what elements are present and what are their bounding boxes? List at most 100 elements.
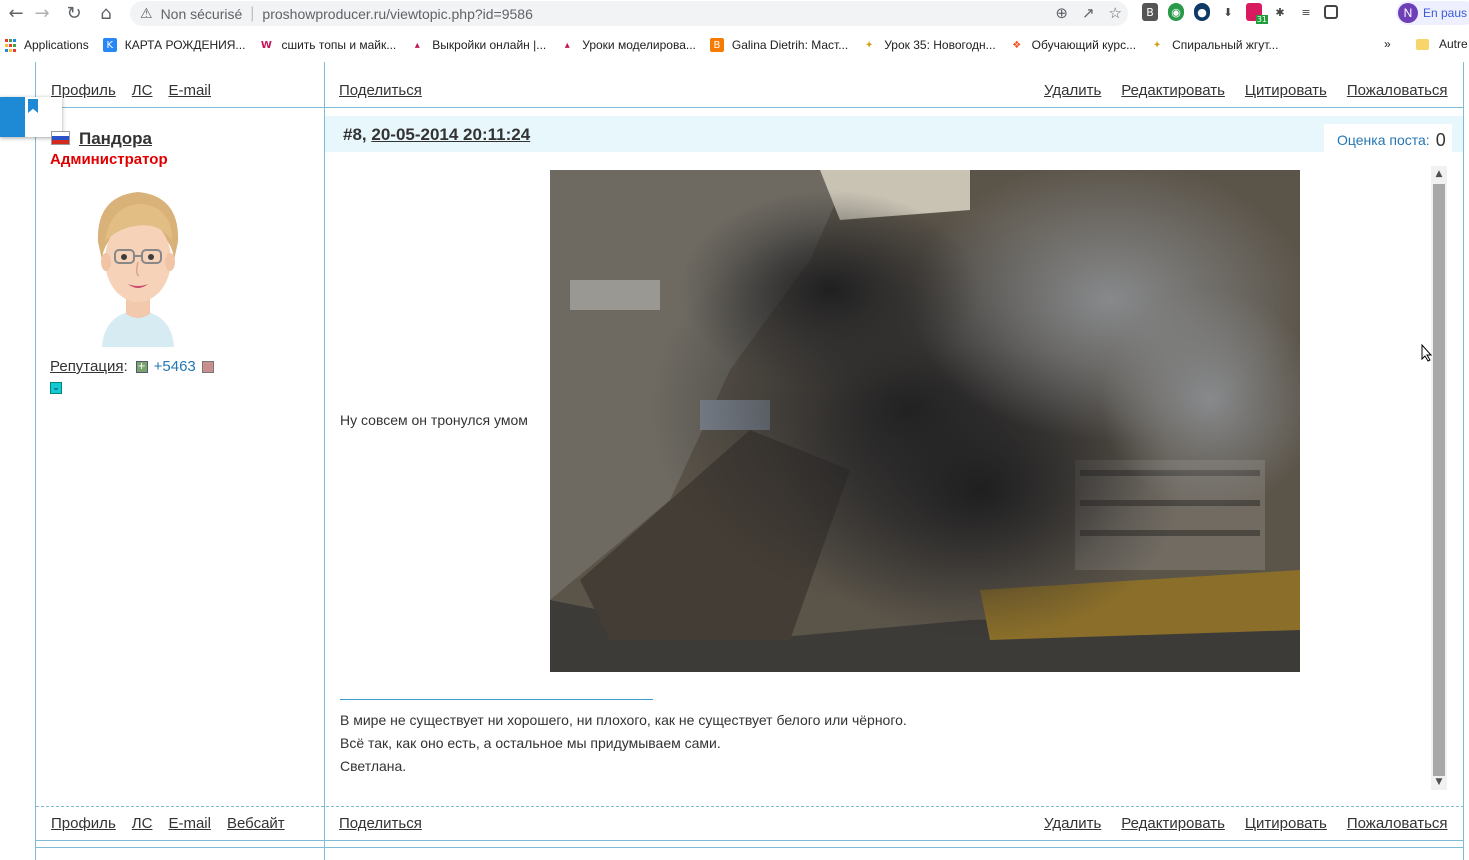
sparkle-icon: ✦ <box>865 39 874 51</box>
reputation-minus-icon[interactable] <box>201 360 214 373</box>
forum-page: Профиль ЛС E-mail Поделиться Удалить Ред… <box>0 62 1469 860</box>
bookmark-applications[interactable]: Applications <box>4 38 89 52</box>
author-name-link[interactable]: Пандора <box>79 129 152 149</box>
bookmark-zhgut[interactable]: ✦ Спиральный жгут... <box>1150 38 1279 52</box>
bookmark-karta[interactable]: K КАРТА РОЖДЕНИЯ... <box>102 38 246 52</box>
extension-badge: 31 <box>1255 15 1268 24</box>
bookmark-label: Выкройки онлайн |... <box>432 38 547 52</box>
dress-icon: ▴ <box>414 39 420 51</box>
bookmark-label: Autre <box>1439 37 1468 51</box>
post-number-text: #8 <box>343 125 362 144</box>
post-image-fire-aerial <box>550 170 1300 672</box>
profile-label: En paus <box>1423 6 1468 20</box>
apps-grid-icon <box>4 38 16 52</box>
email-link[interactable]: E-mail <box>168 815 211 832</box>
side-panel-icon[interactable] <box>1324 5 1338 19</box>
extension-circle-icon[interactable]: ● <box>1194 3 1210 21</box>
top-post-actions: Удалить Редактировать Цитировать Пожалов… <box>1044 82 1448 99</box>
reputation: Репутация: + +5463 <box>50 358 214 375</box>
bookmarks-more-chevron-icon[interactable]: » <box>1384 37 1391 51</box>
signature-line: Светлана. <box>340 758 407 774</box>
quote-link[interactable]: Цитировать <box>1245 82 1327 99</box>
bookmark-uroki[interactable]: ▴ Уроки моделирова... <box>560 38 696 52</box>
quote-link[interactable]: Цитировать <box>1245 815 1327 832</box>
post-text: Ну совсем он тронулся умом <box>340 412 528 428</box>
extension-b-icon[interactable]: B <box>1142 3 1158 21</box>
scroll-down-arrow-icon[interactable]: ▼ <box>1431 774 1447 790</box>
zoom-icon[interactable]: ⊕ <box>1055 4 1068 22</box>
share-icon[interactable]: ↗ <box>1082 4 1095 22</box>
website-link[interactable]: Вебсайт <box>227 815 285 832</box>
warning-icon[interactable]: ⚠ <box>140 6 153 22</box>
profile-button[interactable]: N En paus <box>1396 1 1469 25</box>
bookmark-kurs[interactable]: ❖ Обучающий курс... <box>1010 38 1136 52</box>
puzzle-icon[interactable]: ✱ <box>1272 3 1288 21</box>
signature: В мире не существует ни хорошего, ни пло… <box>340 709 907 778</box>
bookmarks-bar: Applications K КАРТА РОЖДЕНИЯ... W сшить… <box>0 33 1469 57</box>
footer-separator <box>36 806 1464 807</box>
report-link[interactable]: Пожаловаться <box>1347 815 1448 832</box>
reputation-plus-icon[interactable]: + <box>135 360 148 373</box>
bookmark-label: Спиральный жгут... <box>1172 38 1279 52</box>
signature-line: Всё так, как оно есть, а остальное мы пр… <box>340 735 721 751</box>
edit-link[interactable]: Редактировать <box>1121 815 1225 832</box>
profile-link[interactable]: Профиль <box>51 815 116 832</box>
post-number: #8, 20-05-2014 20:11:24 <box>343 125 531 144</box>
reading-list-icon[interactable]: ≡ <box>1298 3 1314 21</box>
post-rating: Оценка поста: 0 <box>1324 124 1452 156</box>
report-link[interactable]: Пожаловаться <box>1347 82 1448 99</box>
next-post-separator <box>36 840 1464 841</box>
bottom-user-links: Профиль ЛС E-mail Вебсайт <box>51 815 285 832</box>
email-link[interactable]: E-mail <box>168 82 211 99</box>
post-date-link[interactable]: 20-05-2014 20:11:24 <box>371 125 530 144</box>
bookmark-urok35[interactable]: ✦ Урок 35: Новогодн... <box>862 38 996 52</box>
post-separator <box>36 107 1464 108</box>
security-label[interactable]: Non sécurisé <box>161 6 243 22</box>
share-link[interactable]: Поделиться <box>339 815 422 832</box>
home-icon[interactable]: ⌂ <box>90 0 122 27</box>
sparkle-icon: ✦ <box>1152 39 1162 51</box>
mouse-cursor-icon <box>1421 344 1433 362</box>
author-avatar <box>97 192 179 347</box>
column-divider <box>324 62 325 860</box>
folder-icon <box>1416 38 1429 50</box>
bookmark-label: Applications <box>24 38 89 52</box>
reload-icon[interactable]: ↻ <box>58 0 90 27</box>
bookmark-vykroiki[interactable]: ▴ Выкройки онлайн |... <box>410 38 547 52</box>
bookmark-label: КАРТА РОЖДЕНИЯ... <box>124 38 246 52</box>
post-scrollbar[interactable]: ▲ ▼ <box>1431 166 1447 790</box>
bookmark-label: сшить топы и майк... <box>281 38 397 52</box>
bookmark-label: Galina Dietrih: Маст... <box>731 38 849 52</box>
signature-line: В мире не существует ни хорошего, ни пло… <box>340 712 907 728</box>
reputation-value: +5463 <box>153 358 196 375</box>
url-text[interactable]: proshowproducer.ru/viewtopic.php?id=9586 <box>262 6 532 22</box>
extension-globe-icon[interactable]: ◉ <box>1168 3 1184 21</box>
pm-link[interactable]: ЛС <box>132 82 153 99</box>
next-post-top <box>36 847 1464 848</box>
bookmark-other-folder[interactable]: Autre <box>1416 37 1468 51</box>
edit-link[interactable]: Редактировать <box>1121 82 1225 99</box>
bookmark-label: Уроки моделирова... <box>582 38 696 52</box>
delete-link[interactable]: Удалить <box>1044 82 1101 99</box>
share-link[interactable]: Поделиться <box>339 82 422 99</box>
star-icon[interactable]: ☆ <box>1109 4 1122 22</box>
scrollbar-thumb[interactable] <box>1433 184 1445 776</box>
reputation-label[interactable]: Репутация <box>50 358 123 375</box>
browser-toolbar: ← → ↻ ⌂ ⚠ Non sécurisé | proshowproducer… <box>0 0 1469 27</box>
extensions-row: B ◉ ● ⬇ 31 ✱ ≡ <box>1142 3 1338 24</box>
scroll-up-arrow-icon[interactable]: ▲ <box>1431 166 1447 182</box>
rating-value: 0 <box>1435 129 1446 150</box>
pm-link[interactable]: ЛС <box>132 815 153 832</box>
top-user-links: Профиль ЛС E-mail <box>51 82 211 99</box>
author-role: Администратор <box>50 151 168 168</box>
download-icon[interactable]: ⬇ <box>1220 3 1236 21</box>
bookmark-galina[interactable]: B Galina Dietrih: Маст... <box>709 38 849 52</box>
bottom-post-actions: Удалить Редактировать Цитировать Пожалов… <box>1044 815 1448 832</box>
forward-arrow-icon[interactable]: → <box>26 0 58 27</box>
bookmark-topy[interactable]: W сшить топы и майк... <box>259 38 396 52</box>
profile-avatar: N <box>1398 3 1418 23</box>
delete-link[interactable]: Удалить <box>1044 815 1101 832</box>
address-bar[interactable]: ⚠ Non sécurisé | proshowproducer.ru/view… <box>130 1 1128 26</box>
extension-calendar-icon[interactable]: 31 <box>1246 3 1268 24</box>
bookmark-label: Урок 35: Новогодн... <box>884 38 996 52</box>
